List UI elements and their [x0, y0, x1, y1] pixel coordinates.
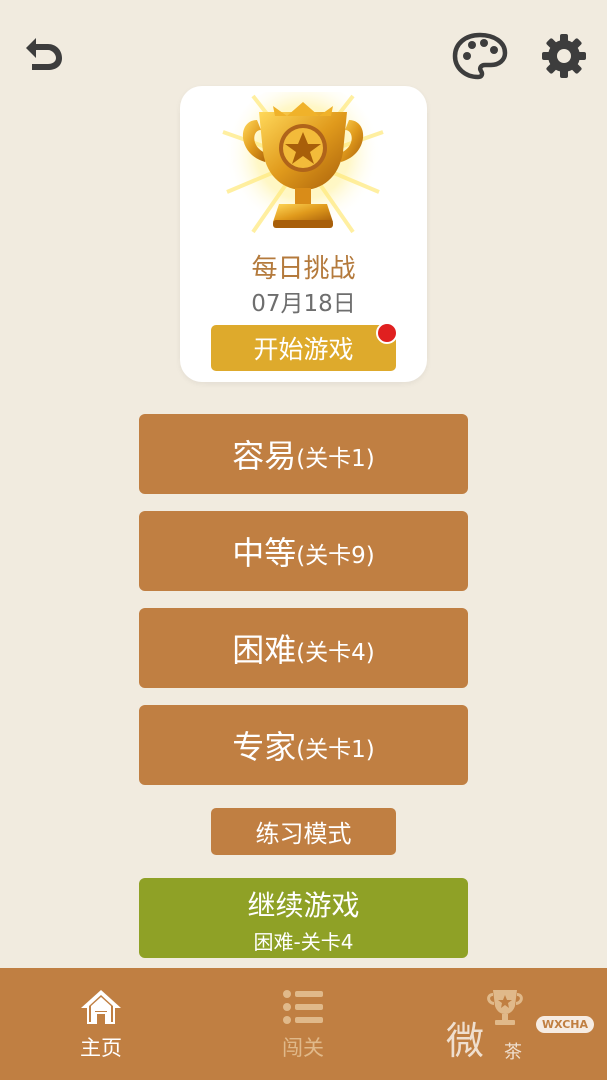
level-medium-button[interactable]: 中等 (关卡9): [139, 511, 468, 591]
level-stage: (关卡1): [296, 737, 375, 763]
palette-icon[interactable]: [452, 32, 508, 80]
gear-icon[interactable]: [540, 32, 588, 80]
watermark-sub: 茶: [504, 1042, 522, 1063]
practice-mode-button[interactable]: 练习模式: [211, 808, 396, 855]
level-expert-button[interactable]: 专家 (关卡1): [139, 705, 468, 785]
nav-tab-levels[interactable]: 闯关: [202, 968, 404, 1080]
continue-game-title: 继续游戏: [247, 889, 360, 922]
level-name: 专家: [232, 728, 297, 766]
nav-tab-home[interactable]: 主页: [0, 968, 202, 1080]
daily-challenge-title: 每日挑战: [251, 254, 356, 284]
start-game-button[interactable]: 开始游戏: [211, 325, 396, 371]
trophy-icon: [222, 92, 384, 238]
continue-game-button[interactable]: 继续游戏 困难-关卡4: [139, 878, 468, 958]
watermark: 微 WXCHA 茶: [446, 1008, 596, 1064]
level-stage: (关卡1): [296, 446, 375, 472]
notification-dot: [376, 322, 398, 344]
home-icon: [81, 990, 121, 1024]
daily-challenge-date: 07月18日: [251, 291, 356, 317]
continue-game-subtitle: 困难-关卡4: [253, 930, 354, 954]
main-menu-screen: 每日挑战 07月18日 开始游戏 容易 (关卡1) 中等 (关卡9) 困难 (关卡4)…: [0, 0, 607, 1080]
level-name: 中等: [232, 534, 297, 572]
level-name: 容易: [232, 437, 297, 475]
daily-challenge-card: 每日挑战 07月18日 开始游戏: [180, 86, 427, 382]
level-stage: (关卡9): [296, 543, 375, 569]
level-name: 困难: [232, 631, 297, 669]
nav-tab-label: 主页: [80, 1036, 122, 1060]
level-hard-button[interactable]: 困难 (关卡4): [139, 608, 468, 688]
nav-tab-label: 闯关: [282, 1036, 324, 1060]
level-easy-button[interactable]: 容易 (关卡1): [139, 414, 468, 494]
watermark-char: 微: [446, 1019, 485, 1063]
level-stage: (关卡4): [296, 640, 375, 666]
list-icon: [283, 990, 323, 1024]
back-arrow-icon[interactable]: [18, 34, 66, 74]
watermark-badge: WXCHA: [536, 1016, 595, 1033]
